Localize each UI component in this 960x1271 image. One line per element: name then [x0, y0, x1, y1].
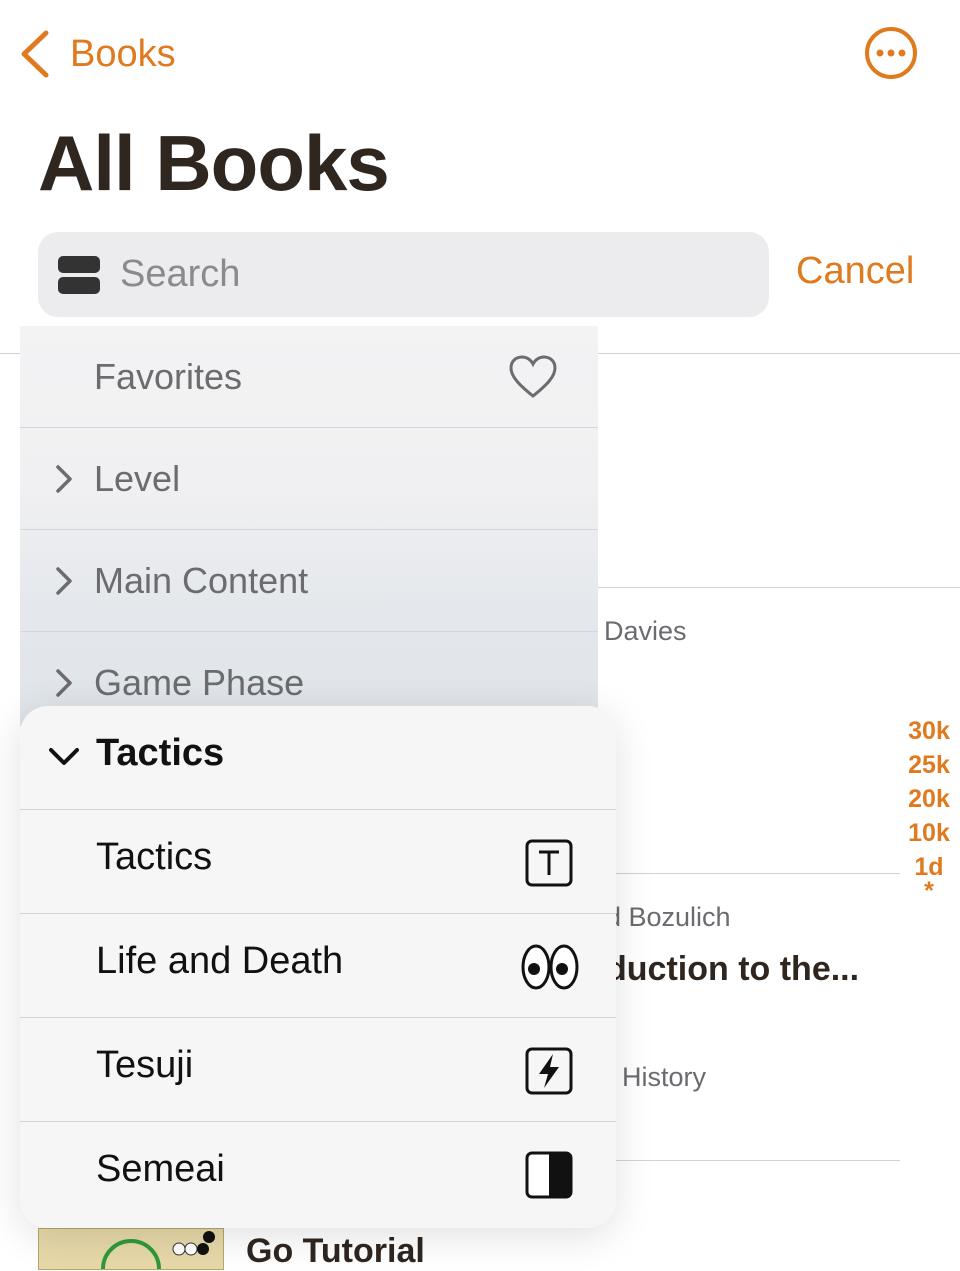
menu-item-main-content[interactable]: Main Content [20, 530, 598, 632]
submenu-header-tactics[interactable]: Tactics [20, 706, 616, 810]
menu-item-label: Level [94, 457, 181, 499]
level-index[interactable]: 30k 25k 20k 10k 1d * [900, 714, 958, 904]
submenu-item-tactics[interactable]: Tactics [20, 810, 616, 914]
submenu-item-label: Tesuji [96, 1044, 194, 1086]
chevron-right-icon [56, 566, 72, 595]
book-title[interactable]: duction to the... [606, 950, 859, 989]
level-10k[interactable]: 10k [900, 816, 958, 850]
book-title[interactable]: Go Tutorial [246, 1232, 425, 1271]
submenu-item-tesuji[interactable]: Tesuji [20, 1018, 616, 1122]
search-input[interactable] [118, 252, 682, 297]
book-category: History [622, 1062, 707, 1092]
divider [598, 873, 900, 874]
menu-item-label: Main Content [94, 559, 309, 601]
chevron-down-icon [49, 748, 79, 765]
filter-menu: Favorites Level Main Content Game Phase [20, 326, 598, 726]
level-30k[interactable]: 30k [900, 714, 958, 748]
submenu-title: Tactics [96, 732, 225, 774]
menu-item-label: Favorites [94, 355, 243, 397]
book-cover[interactable] [38, 1228, 224, 1270]
level-20k[interactable]: 20k [900, 782, 958, 816]
cancel-button[interactable]: Cancel [796, 250, 914, 293]
heart-icon [509, 354, 557, 398]
more-options-icon[interactable] [864, 26, 918, 80]
submenu-item-label: Tactics [96, 836, 213, 878]
level-other[interactable]: * [900, 879, 958, 904]
chevron-left-icon [21, 30, 49, 78]
back-button[interactable]: Books [18, 26, 176, 82]
letter-t-square-icon [525, 839, 573, 887]
chevron-right-icon [56, 464, 72, 493]
bolt-square-icon [525, 1047, 573, 1095]
menu-item-level[interactable]: Level [20, 428, 598, 530]
submenu-item-life-and-death[interactable]: Life and Death [20, 914, 616, 1018]
submenu-item-label: Life and Death [96, 940, 344, 982]
book-author: d Bozulich [606, 902, 731, 932]
back-label: Books [70, 32, 176, 75]
chevron-right-icon [56, 669, 72, 697]
menu-item-label: Game Phase [94, 662, 305, 703]
eyes-icon [521, 944, 579, 990]
tactics-submenu: Tactics Tactics Life and Death Tesuji Se… [20, 706, 616, 1228]
search-bar[interactable] [38, 232, 769, 317]
filter-scope-icon[interactable] [58, 255, 100, 294]
divider [598, 1160, 900, 1161]
page-title: All Books [38, 119, 390, 207]
submenu-item-semeai[interactable]: Semeai [20, 1122, 616, 1226]
book-author: Davies [604, 616, 687, 646]
menu-item-favorites[interactable]: Favorites [20, 326, 598, 428]
divider [598, 587, 960, 588]
submenu-item-label: Semeai [96, 1148, 225, 1190]
level-25k[interactable]: 25k [900, 748, 958, 782]
half-filled-square-icon [525, 1151, 573, 1199]
